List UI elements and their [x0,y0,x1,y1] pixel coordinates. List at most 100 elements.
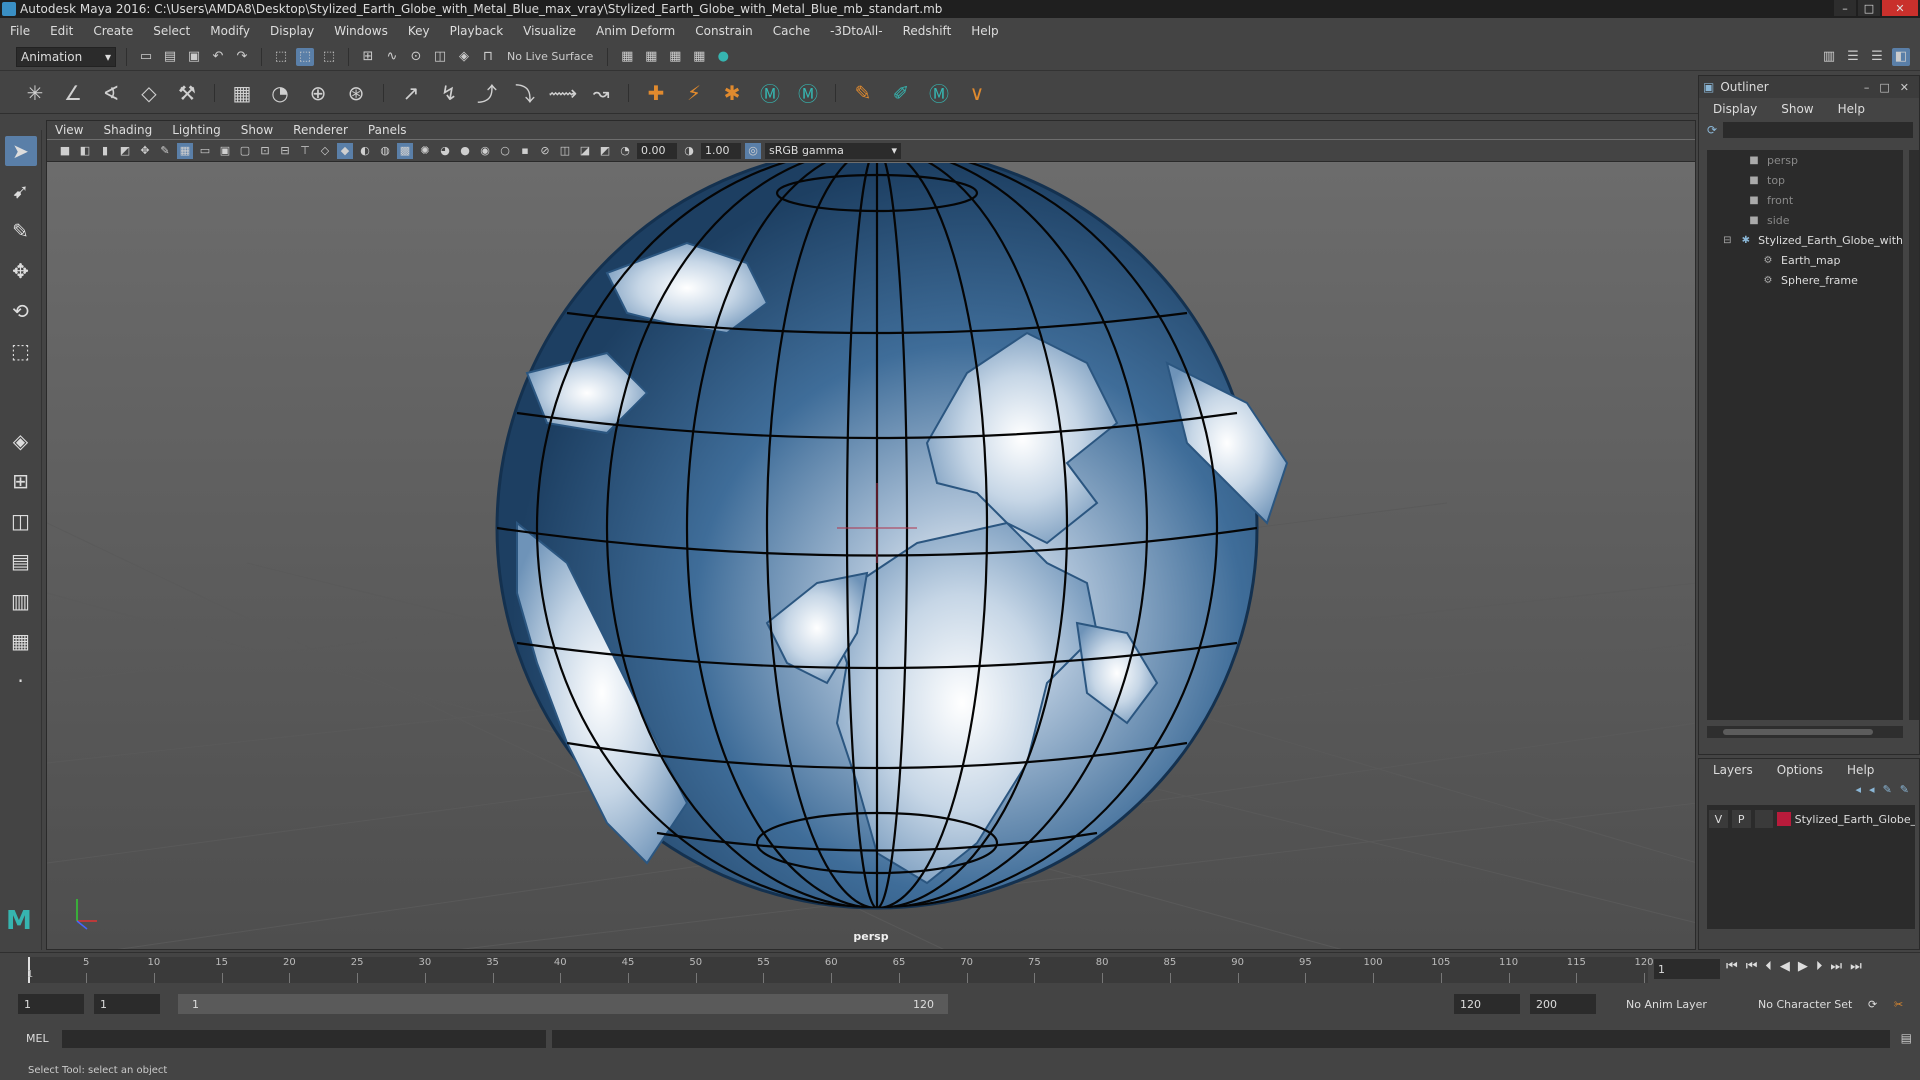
rotate-tool-icon[interactable]: ⟲ [5,296,37,326]
script-language-label[interactable]: MEL [26,1032,49,1045]
film-gate-icon[interactable]: ▭ [197,143,213,159]
layer-playback-toggle[interactable]: P [1731,810,1751,828]
outliner-menu-help[interactable]: Help [1838,102,1865,116]
two-pane-side-layout-icon[interactable]: ◫ [5,506,37,536]
outliner-item-front[interactable]: ■ front [1707,190,1903,210]
maximize-button[interactable]: □ [1858,0,1880,16]
shelf-smooth-bind-icon[interactable]: Ⓜ [793,78,823,108]
attribute-editor-icon[interactable]: ☰ [1844,48,1862,66]
default-material-icon[interactable]: ◐ [357,143,373,159]
shelf-locator-icon[interactable]: ✚ [641,78,671,108]
smooth-shade-icon[interactable]: ◆ [337,142,353,159]
layer-row[interactable]: V P Stylized_Earth_Globe_v [1709,809,1915,829]
safe-title-icon[interactable]: ⊤ [297,143,313,159]
new-scene-icon[interactable]: ▭ [137,48,155,66]
layers-menu-help[interactable]: Help [1847,763,1874,777]
shelf-joint-icon[interactable]: ⚒ [172,78,202,108]
step-back-frame-icon[interactable]: ⏴ [1765,959,1772,974]
menu-visualize[interactable]: Visualize [523,24,576,38]
more-layouts-icon[interactable]: · [5,666,37,696]
shelf-sculpt-icon[interactable]: ⊛ [341,78,371,108]
channel-box-icon[interactable]: ◧ [1892,47,1910,66]
auto-key-icon[interactable]: ⟳ [1862,994,1877,1014]
shadows-icon[interactable]: ◕ [437,143,453,159]
shelf-blendshape-icon[interactable]: ✐ [886,78,916,108]
grid-toggle-icon[interactable]: ▦ [177,142,193,159]
vp-menu-panels[interactable]: Panels [368,123,407,137]
render-settings-icon[interactable]: ▦ [618,48,636,66]
select-hierarchy-icon[interactable]: ⬚ [272,48,290,66]
play-backwards-icon[interactable]: ◀ [1780,959,1790,974]
shelf-bend-icon[interactable]: ↗ [396,78,426,108]
vp-menu-renderer[interactable]: Renderer [293,123,348,137]
move-layer-up-icon[interactable]: ◂ [1856,783,1862,796]
resolution-gate-icon[interactable]: ▣ [217,143,233,159]
anti-aliasing-icon[interactable]: ○ [497,143,513,159]
snap-view-icon[interactable]: ◫ [431,48,449,66]
menu-redshift[interactable]: Redshift [903,24,952,38]
safe-action-icon[interactable]: ⊟ [277,143,293,159]
live-surface-label[interactable]: No Live Surface [503,50,597,63]
layer-display-type[interactable] [1754,810,1774,828]
shelf-skin-bind-icon[interactable]: Ⓜ [755,78,785,108]
redo-icon[interactable]: ↷ [233,48,251,66]
exposure-icon[interactable]: ◔ [617,143,633,159]
shelf-sparkle-icon[interactable]: ✳ [20,78,50,108]
menu-file[interactable]: File [10,24,30,38]
shelf-ik-spline-icon[interactable]: ✱ [717,78,747,108]
shelf-curve-tool-icon[interactable]: ∠ [58,78,88,108]
single-pane-layout-icon[interactable]: ◈ [5,426,37,456]
menu-3dtoall[interactable]: -3DtoAll- [830,24,882,38]
hypershade-icon[interactable]: ● [714,48,732,66]
grease-pencil-icon[interactable]: ✎ [157,143,173,159]
current-frame-field[interactable]: 1 [1654,959,1720,979]
play-forwards-icon[interactable]: ▶ [1798,959,1808,974]
outliner-maximize-button[interactable]: □ [1879,81,1889,94]
select-component-icon[interactable]: ⬚ [320,48,338,66]
animation-end-field[interactable]: 200 [1530,994,1596,1014]
gate-mask-icon[interactable]: ▢ [237,143,253,159]
command-input[interactable] [62,1030,546,1048]
minimize-button[interactable]: – [1834,0,1856,16]
ipr-render-icon[interactable]: ▦ [666,48,684,66]
two-pane-stack-layout-icon[interactable]: ▤ [5,546,37,576]
menu-key[interactable]: Key [408,24,430,38]
open-scene-icon[interactable]: ▤ [161,48,179,66]
outliner-item-side[interactable]: ■ side [1707,210,1903,230]
layers-menu-layers[interactable]: Layers [1713,763,1753,777]
menu-windows[interactable]: Windows [334,24,388,38]
menu-cache[interactable]: Cache [773,24,810,38]
wireframe-icon[interactable]: ◇ [317,143,333,159]
vp-menu-view[interactable]: View [55,123,83,137]
save-scene-icon[interactable]: ▣ [185,48,203,66]
shelf-ep-curve-icon[interactable]: ∢ [96,78,126,108]
menu-set-dropdown[interactable]: Animation ▾ [16,46,116,67]
menu-edit[interactable]: Edit [50,24,73,38]
shelf-bezier-icon[interactable]: ◇ [134,78,164,108]
shelf-ik-handle-icon[interactable]: ⚡ [679,78,709,108]
character-set-dropdown[interactable]: No Character Set [1752,994,1868,1014]
modeling-toolkit-icon[interactable]: ▥ [1820,48,1838,66]
menu-modify[interactable]: Modify [210,24,250,38]
step-forward-key-icon[interactable]: ⏭ [1830,959,1842,974]
two-d-pan-icon[interactable]: ✥ [137,143,153,159]
scale-tool-icon[interactable]: ⬚ [5,336,37,366]
step-forward-frame-icon[interactable]: ⏵ [1816,959,1823,974]
snap-point-icon[interactable]: ⊙ [407,48,425,66]
xray-joints-icon[interactable]: ◩ [597,143,613,159]
vp-menu-show[interactable]: Show [241,123,273,137]
outliner-menu-show[interactable]: Show [1781,102,1813,116]
outliner-persp-layout-icon[interactable]: ▥ [5,586,37,616]
select-tool-icon[interactable]: ➤ [4,136,37,166]
new-layer-from-selection-icon[interactable]: ✎ [1900,783,1909,796]
menu-display[interactable]: Display [270,24,314,38]
magnet-icon[interactable]: ⊓ [479,48,497,66]
select-camera-icon[interactable]: ■ [57,143,73,159]
menu-constrain[interactable]: Constrain [695,24,753,38]
new-empty-layer-icon[interactable]: ✎ [1883,783,1892,796]
viewport-persp[interactable]: View Shading Lighting Show Renderer Pane… [46,120,1696,950]
tool-settings-icon[interactable]: ☰ [1868,48,1886,66]
wireframe-on-shaded-icon[interactable]: ◍ [377,143,393,159]
color-management-icon[interactable]: ◎ [745,142,761,159]
outliner-vertical-scrollbar[interactable] [1909,150,1919,720]
